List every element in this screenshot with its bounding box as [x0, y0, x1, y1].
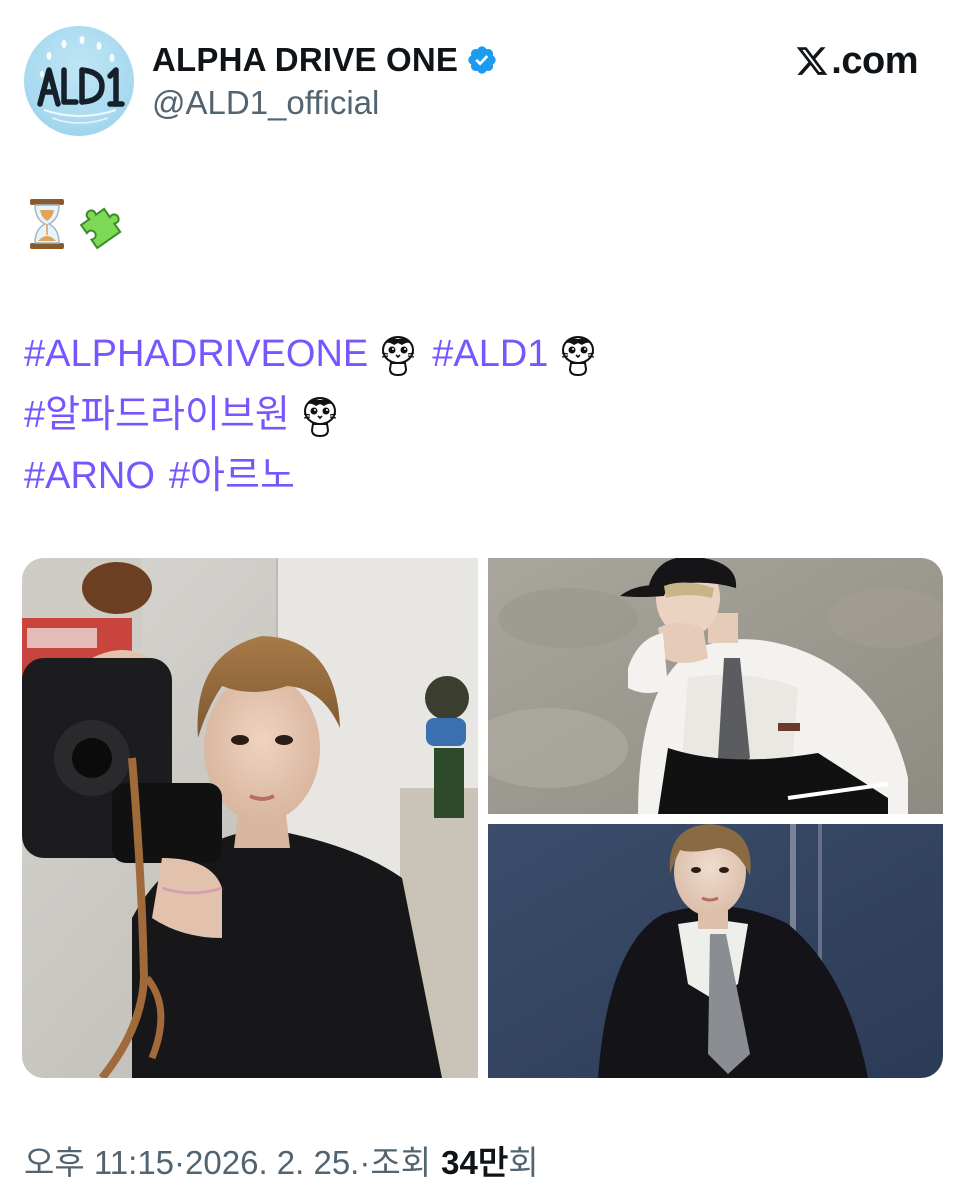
verified-badge-icon [468, 46, 496, 74]
hashtag-arno[interactable]: #ARNO [24, 446, 155, 507]
author-handle[interactable]: @ALD1_official [152, 84, 379, 122]
photo-crouching-portrait[interactable] [488, 558, 943, 814]
hashtag-line-1: #ALPHADRIVEONE #ALD1 [24, 324, 612, 385]
hashtag-alphadriveone[interactable]: #ALPHADRIVEONE [24, 324, 368, 385]
display-name-row[interactable]: ALPHA DRIVE ONE [152, 40, 498, 80]
hashflag-mascot-icon [562, 335, 595, 376]
media-grid [22, 558, 943, 1078]
photo-blue-wall-portrait-image [488, 824, 943, 1078]
meta-separator: · [174, 1144, 186, 1181]
author-avatar[interactable] [24, 26, 134, 136]
hashtag-arno-korean[interactable]: #아르노 [169, 446, 295, 507]
hashtag-line-3: #ARNO #아르노 [24, 446, 612, 507]
photo-blue-wall-portrait[interactable] [488, 824, 943, 1078]
hashflag-mascot-icon [382, 335, 415, 376]
ald1-logo-avatar [37, 36, 125, 124]
hashtag-block: #ALPHADRIVEONE #ALD1 #알파드라이브원 #ARNO #아르노 [24, 324, 612, 507]
meta-separator: · [359, 1144, 371, 1181]
puzzle-piece-icon [79, 207, 122, 250]
hashtag-korean-groupname[interactable]: #알파드라이브원 [24, 385, 290, 446]
photo-camera-portrait[interactable] [22, 558, 478, 1078]
tweet-time[interactable]: 오후 11:15 [24, 1136, 174, 1184]
x-com-brand[interactable]: .com [795, 40, 918, 82]
hashflag-mascot-icon [303, 396, 336, 437]
tweet-date[interactable]: 2026. 2. 25. [185, 1144, 359, 1182]
brand-text: .com [831, 39, 918, 82]
emoji-line [26, 196, 126, 252]
display-name[interactable]: ALPHA DRIVE ONE [152, 41, 458, 79]
x-logo-icon [797, 47, 828, 75]
views-unit: 만 [477, 1144, 509, 1181]
tweet-meta: 오후 11:15 · 2026. 2. 25. · 조회 34 만회 [24, 1136, 539, 1184]
views-label: 조회 [370, 1144, 432, 1181]
views-unit-suffix: 회 [508, 1144, 539, 1181]
views-count: 34 [441, 1144, 478, 1181]
hashtag-ald1[interactable]: #ALD1 [432, 324, 548, 385]
photo-camera-portrait-image [22, 558, 478, 1078]
hourglass-icon [30, 199, 64, 249]
photo-crouching-portrait-image [488, 558, 943, 814]
hashtag-line-2: #알파드라이브원 [24, 385, 612, 446]
